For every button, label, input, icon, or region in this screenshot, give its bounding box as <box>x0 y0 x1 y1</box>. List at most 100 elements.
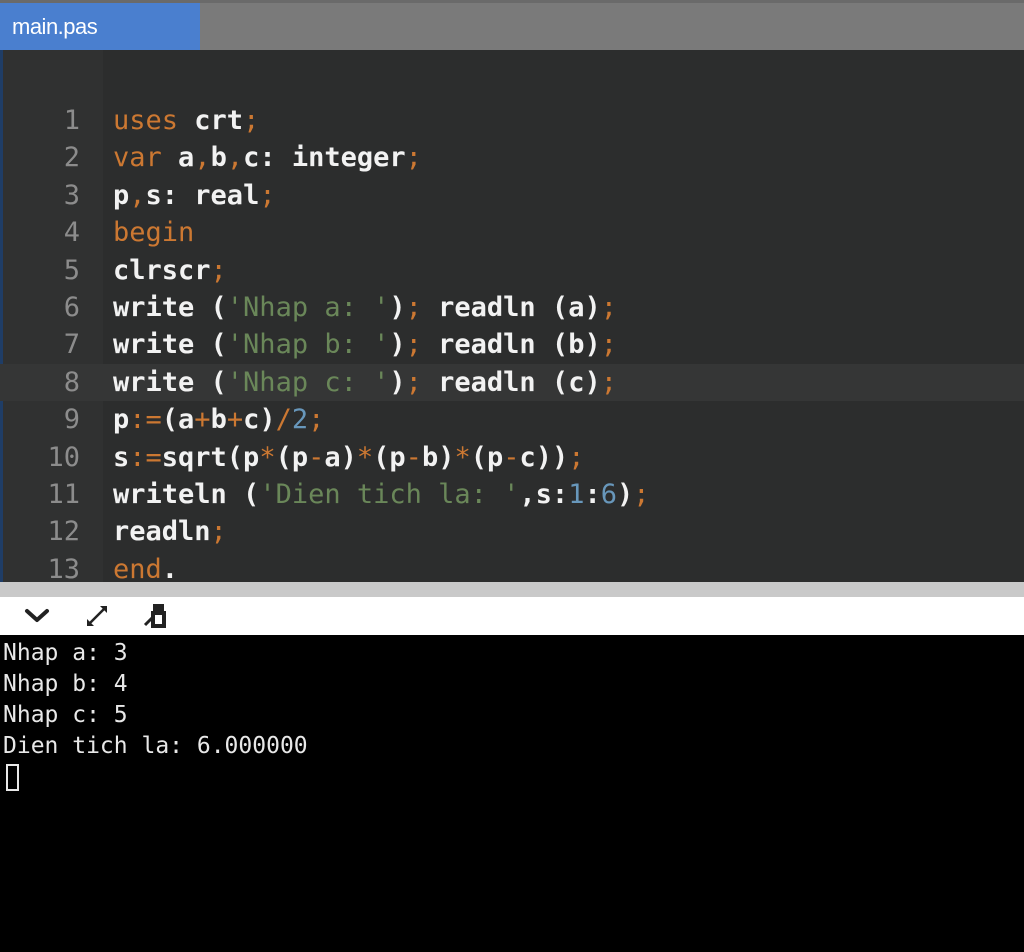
code-token: c: integer <box>243 142 406 174</box>
code-line[interactable]: 13 end. <box>0 551 1024 582</box>
code-token: := <box>129 404 162 436</box>
code-line[interactable]: 6 write ('Nhap a: '); readln (a); <box>0 289 1024 326</box>
code-line[interactable]: 4 begin <box>0 214 1024 251</box>
line-number: 1 <box>63 105 80 136</box>
code-token: 1 <box>568 478 585 510</box>
line-number: 2 <box>63 142 80 174</box>
code-token: b <box>210 404 227 436</box>
code-token: ,s: <box>519 478 569 510</box>
code-token: a <box>161 142 195 174</box>
code-token: - <box>503 441 520 473</box>
maximize-console-button[interactable] <box>82 601 112 631</box>
code-token: ) <box>389 329 406 361</box>
code-token: ; <box>405 366 422 398</box>
panel-splitter[interactable] <box>0 582 1024 597</box>
code-token: readln (b) <box>421 329 601 361</box>
code-token: . <box>161 553 179 582</box>
console-line: Nhap b: 4 <box>3 671 128 697</box>
tab-label: main.pas <box>12 13 98 39</box>
code-token: , <box>129 179 146 211</box>
code-line[interactable]: 3 p,s: real; <box>0 177 1024 214</box>
code-token: write ( <box>113 329 227 361</box>
clear-console-icon <box>143 604 166 628</box>
code-token: ; <box>259 179 276 211</box>
output-console[interactable]: Nhap a: 3 Nhap b: 4 Nhap c: 5 Dien tich … <box>0 635 1024 952</box>
code-token: 6 <box>600 478 617 510</box>
code-token: ; <box>600 366 617 398</box>
console-line: Nhap c: 5 <box>3 702 128 728</box>
line-code: uses crt; <box>113 102 259 139</box>
code-token: 'Nhap a: ' <box>226 291 390 323</box>
code-line[interactable]: 5 clrscr; <box>0 252 1024 289</box>
code-line[interactable]: 1 uses crt; <box>0 102 1024 139</box>
code-token: uses <box>113 105 179 136</box>
code-line[interactable]: 10 s:=sqrt(p*(p-a)*(p-b)*(p-c)); <box>0 439 1024 476</box>
line-number: 4 <box>63 217 80 249</box>
code-token: p <box>113 404 130 436</box>
code-token: * <box>259 441 276 473</box>
code-token: ) <box>389 291 406 323</box>
code-editor[interactable]: 1 uses crt; 2 var a,b,c: integer; 3 p,s: real… <box>0 50 1024 582</box>
line-number: 6 <box>63 291 80 323</box>
code-token: crt <box>178 105 244 136</box>
code-token: ; <box>243 105 260 136</box>
code-token: ) <box>616 478 634 510</box>
code-token: ; <box>405 291 422 323</box>
code-lines: 1 uses crt; 2 var a,b,c: integer; 3 p,s: real… <box>0 102 1024 582</box>
code-token: - <box>405 441 422 473</box>
line-number: 9 <box>63 404 80 436</box>
line-number: 11 <box>47 478 80 510</box>
code-token: clrscr <box>113 254 211 286</box>
code-token: ; <box>633 478 650 510</box>
text-cursor <box>6 764 19 791</box>
expand-icon <box>87 606 107 626</box>
code-line[interactable]: 2 var a,b,c: integer; <box>0 139 1024 176</box>
ide-window: main.pas 1 uses crt; 2 var a,b,c: integer; 3… <box>0 0 1024 952</box>
code-token: ; <box>210 516 227 548</box>
code-token: s <box>113 441 130 473</box>
code-token: a) <box>324 441 357 473</box>
code-token: write ( <box>113 366 227 398</box>
code-token: , <box>226 142 244 174</box>
line-code: write ('Nhap a: '); readln (a); <box>113 289 617 326</box>
code-token: readln (c) <box>421 366 601 398</box>
code-token: := <box>129 441 162 473</box>
code-token: var <box>113 142 162 174</box>
clear-console-button[interactable] <box>142 601 172 631</box>
console-input-line[interactable] <box>0 762 1024 793</box>
code-token: 'Nhap c: ' <box>226 366 390 398</box>
code-token: ; <box>600 291 617 323</box>
code-token: (a <box>161 404 195 436</box>
line-code: s:=sqrt(p*(p-a)*(p-b)*(p-c)); <box>113 439 585 476</box>
collapse-console-button[interactable] <box>22 601 52 631</box>
line-number: 10 <box>47 441 80 473</box>
line-code: readln; <box>113 513 227 550</box>
tab-bar: main.pas <box>0 0 1024 50</box>
code-token: ; <box>600 329 617 361</box>
code-line[interactable]: 11 writeln ('Dien tich la: ',s:1:6); <box>0 476 1024 513</box>
code-line[interactable]: 9 p:=(a+b+c)/2; <box>0 401 1024 438</box>
code-token: b) <box>421 441 455 473</box>
line-number: 13 <box>47 553 80 582</box>
code-token: begin <box>113 217 195 249</box>
line-code: end. <box>113 551 178 582</box>
code-token: 'Dien tich la: ' <box>259 478 520 510</box>
tab-main-pas[interactable]: main.pas <box>0 3 200 50</box>
code-token: p <box>113 179 130 211</box>
code-line[interactable]: 7 write ('Nhap b: '); readln (b); <box>0 326 1024 363</box>
code-token: writeln ( <box>113 478 260 510</box>
console-line: Nhap a: 3 <box>3 640 128 666</box>
line-code: var a,b,c: integer; <box>113 139 422 176</box>
code-token: + <box>194 404 211 436</box>
line-number: 5 <box>63 254 80 286</box>
code-token: s: real <box>145 179 260 211</box>
chevron-down-icon <box>25 609 49 622</box>
code-token: (p <box>470 441 504 473</box>
code-line[interactable]: 8 write ('Nhap c: '); readln (c); <box>0 363 1024 402</box>
code-token: ; <box>405 142 422 174</box>
code-token: c)) <box>519 441 569 473</box>
code-line[interactable]: 12 readln; <box>0 513 1024 550</box>
code-token: ; <box>210 254 227 286</box>
code-token: / <box>275 404 292 436</box>
code-token: : <box>584 478 601 510</box>
